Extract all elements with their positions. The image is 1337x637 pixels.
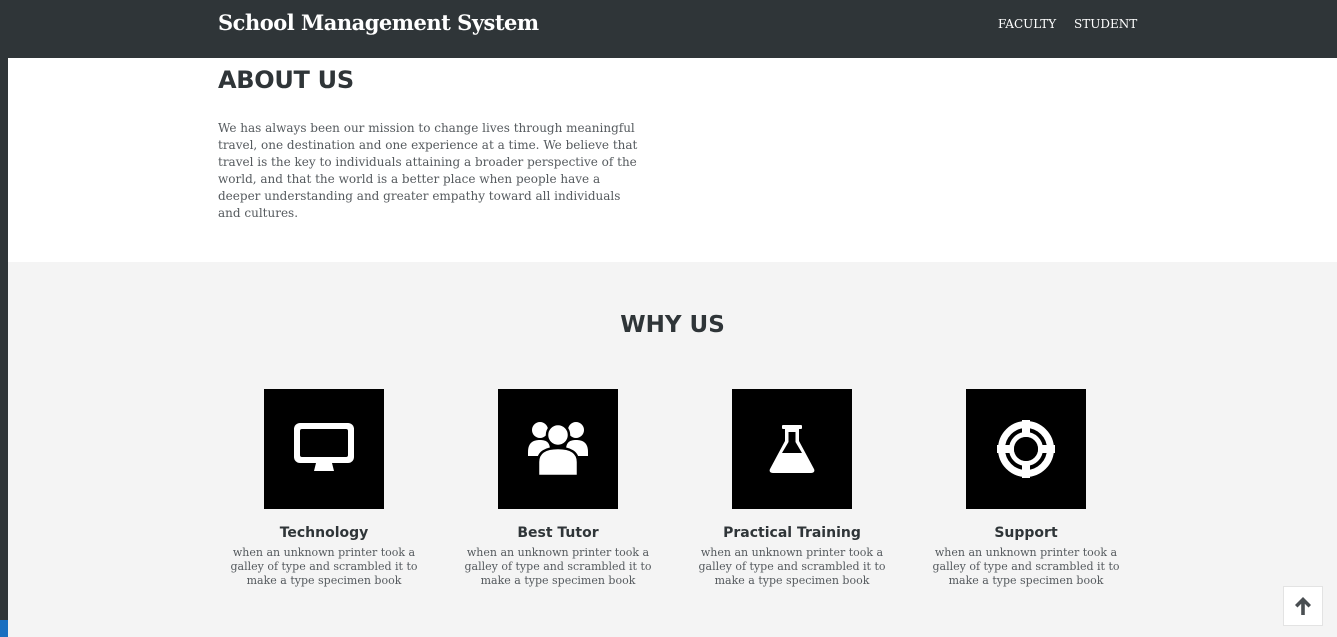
why-section: WHY US Technology when an unknown printe… [8, 262, 1337, 637]
brand-title[interactable]: School Management System [218, 10, 539, 35]
feature-card-best-tutor: Best Tutor when an unknown printer took … [453, 389, 663, 588]
feature-icon-box [732, 389, 852, 509]
life-ring-icon [997, 420, 1055, 478]
feature-desc: when an unknown printer took a galley of… [932, 546, 1120, 587]
monitor-icon [294, 423, 354, 471]
why-title: WHY US [620, 312, 725, 338]
back-to-top-button[interactable] [1283, 586, 1323, 626]
nav-link-faculty[interactable]: FACULTY [998, 17, 1056, 31]
feature-icon-box [966, 389, 1086, 509]
feature-icon-box [264, 389, 384, 509]
window-edge-accent [0, 620, 8, 637]
nav-link-student[interactable]: STUDENT [1074, 17, 1137, 31]
feature-desc: when an unknown printer took a galley of… [698, 546, 886, 587]
feature-title: Technology [279, 525, 369, 541]
arrow-up-icon [1295, 597, 1311, 615]
users-icon [528, 422, 588, 478]
about-section: ABOUT US We has always been our mission … [8, 58, 1337, 262]
feature-icon-box [498, 389, 618, 509]
feature-desc: when an unknown printer took a galley of… [464, 546, 652, 587]
feature-desc: when an unknown printer took a galley of… [230, 546, 418, 587]
feature-card-practical-training: Practical Training when an unknown print… [687, 389, 897, 588]
feature-title: Support [994, 525, 1058, 541]
navbar: School Management System FACULTY STUDENT [8, 0, 1337, 58]
feature-title: Best Tutor [517, 525, 599, 541]
about-title: ABOUT US [218, 66, 354, 94]
about-text: We has always been our mission to change… [218, 121, 638, 220]
feature-card-support: Support when an unknown printer took a g… [921, 389, 1131, 588]
feature-card-technology: Technology when an unknown printer took … [219, 389, 429, 588]
window-left-edge [0, 0, 8, 637]
flask-icon [769, 425, 815, 473]
feature-title: Practical Training [723, 525, 861, 541]
